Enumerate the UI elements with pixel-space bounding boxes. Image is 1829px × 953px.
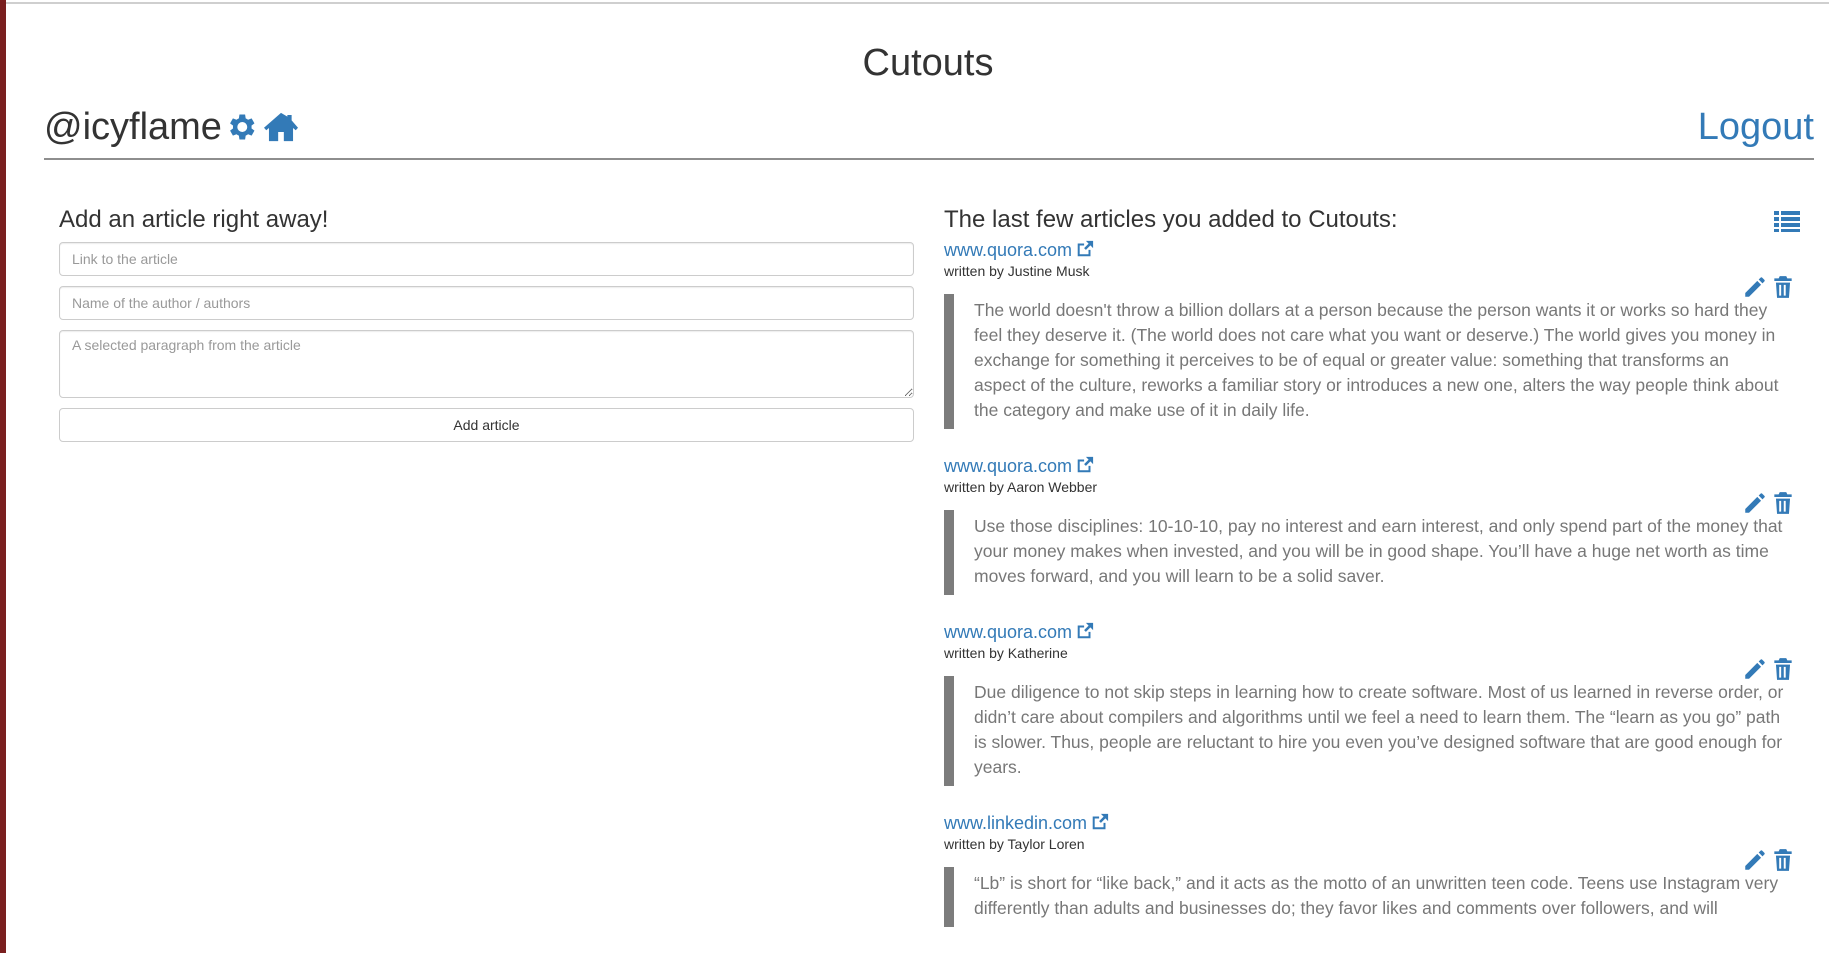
article-domain[interactable]: www.quora.com (944, 456, 1072, 476)
author-input[interactable] (59, 286, 914, 320)
article-domain[interactable]: www.quora.com (944, 622, 1072, 642)
article-link[interactable]: www.quora.com (944, 620, 1094, 644)
article-domain[interactable]: www.linkedin.com (944, 813, 1087, 833)
article-item: www.quora.com written by Katherine Due d… (944, 620, 1800, 786)
site-title: Cutouts (862, 42, 994, 84)
article-actions (1740, 656, 1800, 682)
article-actions (1740, 274, 1800, 300)
window-left-edge (0, 0, 6, 953)
article-link-input[interactable] (59, 242, 914, 276)
article-item: www.quora.com written by Aaron Webber Us… (944, 454, 1800, 595)
article-link[interactable]: www.quora.com (944, 238, 1094, 262)
external-link-icon (1076, 456, 1094, 474)
edit-pencil-icon[interactable] (1742, 490, 1768, 516)
add-article-button[interactable]: Add article (59, 408, 914, 442)
list-icon[interactable] (1774, 210, 1800, 232)
add-article-form: Add an article right away! Add article (59, 206, 914, 442)
gear-icon[interactable] (224, 110, 258, 144)
article-item: www.linkedin.com written by Taylor Loren… (944, 811, 1800, 927)
logout-link[interactable]: Logout (1698, 106, 1814, 149)
article-author: written by Katherine (944, 645, 1068, 661)
recent-articles-panel: The last few articles you added to Cutou… (944, 206, 1800, 927)
edit-pencil-icon[interactable] (1742, 656, 1768, 682)
article-actions (1740, 847, 1800, 873)
delete-trash-icon[interactable] (1770, 490, 1796, 516)
article-link[interactable]: www.quora.com (944, 454, 1094, 478)
article-link[interactable]: www.linkedin.com (944, 811, 1109, 835)
external-link-icon (1076, 240, 1094, 258)
home-icon[interactable] (262, 110, 300, 144)
article-author: written by Aaron Webber (944, 479, 1098, 495)
user-header: @icyflame Logout (44, 100, 1814, 160)
article-domain[interactable]: www.quora.com (944, 240, 1072, 260)
article-quote: Due diligence to not skip steps in learn… (944, 676, 1800, 786)
edit-pencil-icon[interactable] (1742, 847, 1768, 873)
username: @icyflame (44, 106, 222, 148)
edit-pencil-icon[interactable] (1742, 274, 1768, 300)
delete-trash-icon[interactable] (1770, 274, 1796, 300)
article-author: written by Justine Musk (944, 263, 1090, 279)
external-link-icon (1076, 622, 1094, 640)
article-quote: “Lb” is short for “like back,” and it ac… (944, 867, 1800, 927)
article-actions (1740, 490, 1800, 516)
top-border (6, 2, 1829, 4)
article-item: www.quora.com written by Justine Musk Th… (944, 238, 1800, 429)
form-title: Add an article right away! (59, 206, 329, 233)
article-author: written by Taylor Loren (944, 836, 1085, 852)
article-quote: Use those disciplines: 10-10-10, pay no … (944, 510, 1800, 595)
recent-articles-title: The last few articles you added to Cutou… (944, 206, 1398, 233)
external-link-icon (1091, 813, 1109, 831)
paragraph-textarea[interactable] (59, 330, 914, 398)
delete-trash-icon[interactable] (1770, 847, 1796, 873)
article-quote: The world doesn't throw a billion dollar… (944, 294, 1800, 429)
delete-trash-icon[interactable] (1770, 656, 1796, 682)
